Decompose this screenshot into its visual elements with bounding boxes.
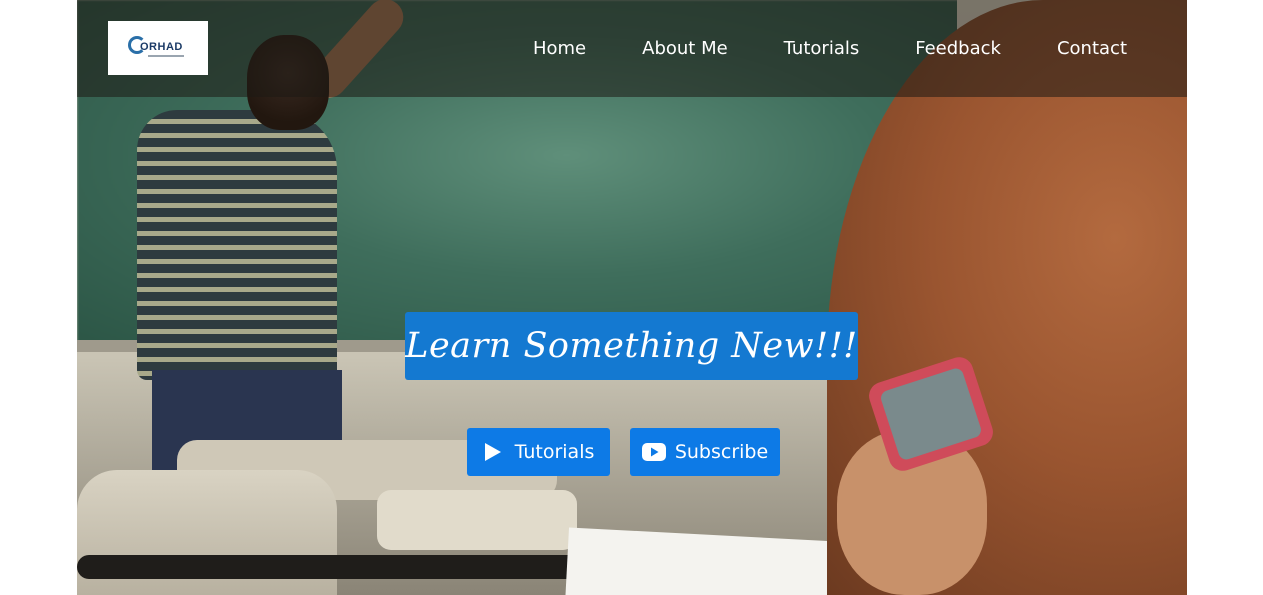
youtube-icon bbox=[641, 443, 666, 461]
play-icon bbox=[483, 442, 503, 462]
nav-link-home[interactable]: Home bbox=[533, 38, 586, 59]
nav-link-contact[interactable]: Contact bbox=[1057, 38, 1127, 59]
navbar: ORHAD Home About Me Tutorials Feedback C… bbox=[77, 0, 1187, 97]
logo-tagline bbox=[148, 55, 184, 57]
tutorials-button-label: Tutorials bbox=[514, 441, 595, 463]
teacher-figure bbox=[137, 110, 337, 380]
logo-text: ORHAD bbox=[140, 41, 183, 53]
nav-link-feedback[interactable]: Feedback bbox=[915, 38, 1001, 59]
page: ORHAD Home About Me Tutorials Feedback C… bbox=[0, 0, 1263, 595]
site-logo[interactable]: ORHAD bbox=[108, 21, 208, 75]
nav-menu: Home About Me Tutorials Feedback Contact bbox=[477, 0, 1127, 97]
nav-link-tutorials[interactable]: Tutorials bbox=[784, 38, 860, 59]
tutorials-button[interactable]: Tutorials bbox=[467, 428, 610, 476]
desk bbox=[377, 490, 577, 550]
hero-headline: Learn Something New!!! bbox=[405, 326, 858, 366]
hero-section: ORHAD Home About Me Tutorials Feedback C… bbox=[77, 0, 1187, 595]
nav-link-about-me[interactable]: About Me bbox=[642, 38, 728, 59]
brand-logo-icon: ORHAD bbox=[128, 34, 188, 62]
headline-banner: Learn Something New!!! bbox=[405, 312, 858, 380]
subscribe-button-label: Subscribe bbox=[674, 441, 769, 463]
subscribe-button[interactable]: Subscribe bbox=[630, 428, 780, 476]
